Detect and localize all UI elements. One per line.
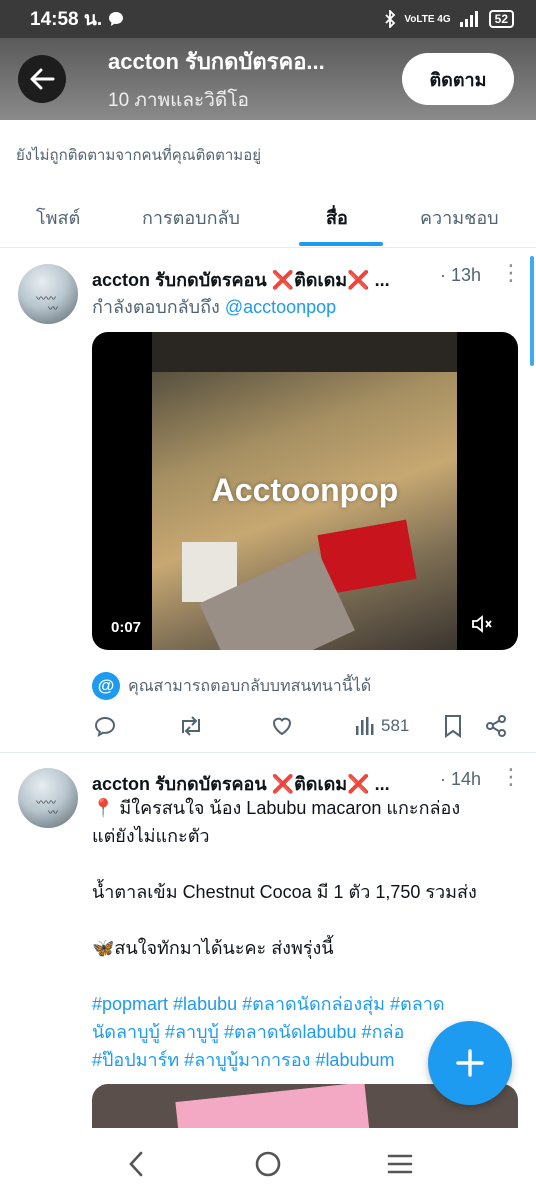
chevron-left-icon (129, 1151, 143, 1177)
cross-mark-icon: ❌ (347, 270, 370, 290)
at-sign-icon: @ (92, 672, 120, 700)
status-time: 14:58 น. (30, 4, 124, 34)
reply-handle-link[interactable]: @acctoonpop (225, 297, 336, 317)
hashtag-line[interactable]: #popmart #labubu #ตลาดนัดกล่องสุ่ม #ตลาด (92, 990, 445, 1018)
post-text-line: 🦋สนใจทักมาได้นะคะ ส่งพรุ่งนี้ (92, 938, 334, 958)
tab-replies[interactable]: การตอบกลับ (142, 186, 240, 248)
active-tab-indicator (299, 242, 383, 246)
post-time: · 13h (440, 265, 482, 285)
profile-title: accton รับกดบัตรคอ... (108, 48, 325, 74)
hashtag-line[interactable]: #ป๊อปมาร์ท #ลาบูบู้มาการอง #labubum (92, 1046, 394, 1074)
tab-likes[interactable]: ความชอบ (420, 186, 499, 248)
plus-icon (456, 1049, 484, 1077)
repost-button[interactable] (178, 708, 204, 744)
profile-tabs: โพสต์ การตอบกลับ สื่อ ความชอบ (0, 186, 536, 248)
post-text-line: น้ำตาลเข้ม Chestnut Cocoa มี 1 ตัว 1,750… (92, 882, 477, 902)
views-button[interactable]: 581 (355, 708, 409, 744)
hashtag-line[interactable]: นัดลาบูบู้ #ลาบูบู้ #ตลาดนัดlabubu #กล่อ (92, 1018, 404, 1046)
video-duration: 0:07 (111, 619, 142, 636)
video-watermark: Acctoonpop (211, 472, 399, 508)
author-name: accton รับกดบัตรคอน (92, 270, 267, 290)
more-options-icon[interactable]: ⋮ (500, 262, 522, 284)
media-count: 10 ภาพและวิดีโอ (108, 89, 249, 111)
nav-back-button[interactable] (106, 1134, 166, 1194)
author-name: accton รับกดบัตรคอน (92, 774, 267, 794)
share-icon (486, 715, 506, 737)
network-label: VoLTE 4G (404, 13, 451, 25)
signal-icon (459, 11, 478, 27)
more-options-icon[interactable]: ⋮ (500, 766, 522, 788)
profile-header: accton รับกดบัตรคอ... 10 ภาพและวิดีโอ ติ… (0, 38, 536, 120)
status-time-text: 14:58 น. (30, 9, 103, 30)
reply-button[interactable] (93, 708, 117, 744)
replying-to: กำลังตอบกลับถึง @acctoonpop (92, 292, 336, 321)
follow-button[interactable]: ติดตาม (402, 53, 514, 105)
repost-icon (182, 716, 200, 736)
like-button[interactable] (270, 708, 294, 744)
follow-notice: ยังไม่ถูกติดตามจากคนที่คุณติดตามอยู่ (16, 147, 261, 164)
status-bar: 14:58 น. VoLTE 4G 52 (0, 0, 536, 38)
chat-bubble-icon (109, 12, 124, 26)
nav-recents-button[interactable] (370, 1134, 430, 1194)
avatar[interactable]: 〰〰 〰 (18, 768, 78, 828)
cross-mark-icon: ❌ (347, 774, 370, 794)
bookmark-icon (445, 715, 461, 738)
reply-prefix: กำลังตอบกลับถึง (92, 297, 220, 317)
reply-permission-text: คุณสามารถตอบกลับบทสนทนานี้ได้ (128, 677, 372, 695)
tab-media[interactable]: สื่อ (326, 186, 348, 248)
post-text-line: 📍 มีใครสนใจ น้อง Labubu macaron แกะกล่อง (92, 798, 461, 818)
heart-icon (272, 717, 292, 736)
bluetooth-icon (385, 10, 396, 28)
system-nav-bar (0, 1128, 536, 1200)
author-suffix: ติดเดม (294, 774, 348, 794)
battery-indicator: 52 (488, 10, 514, 28)
reply-icon (94, 716, 116, 738)
scrollbar[interactable] (530, 256, 534, 366)
cross-mark-icon: ❌ (271, 774, 295, 794)
circle-home-icon (255, 1151, 281, 1177)
cross-mark-icon: ❌ (271, 270, 295, 290)
mute-icon[interactable] (470, 612, 494, 641)
compose-button[interactable] (428, 1021, 512, 1105)
bar-chart-icon (356, 717, 374, 735)
post-text-line: แต่ยังไม่แกะตัว (92, 826, 210, 846)
arrow-left-icon (30, 68, 55, 90)
menu-lines-icon (387, 1154, 413, 1174)
nav-home-button[interactable] (238, 1134, 298, 1194)
post-time: · 14h (440, 769, 482, 789)
post-divider (0, 752, 536, 753)
view-count: 581 (381, 716, 410, 735)
video-player[interactable]: Acctoonpop 0:07 (92, 332, 518, 650)
bookmark-button[interactable] (442, 708, 464, 744)
share-button[interactable] (484, 708, 508, 744)
author-suffix: ติดเดม (294, 270, 348, 290)
tab-posts[interactable]: โพสต์ (36, 186, 80, 248)
reply-permission-notice: @ คุณสามารถตอบกลับบทสนทนานี้ได้ (92, 672, 371, 700)
post-actions: 581 (0, 708, 536, 744)
post-author[interactable]: accton รับกดบัตรคอน ❌ติดเดม❌ ... (92, 265, 442, 294)
avatar[interactable]: 〰〰 〰 (18, 264, 78, 324)
back-button[interactable] (18, 55, 66, 103)
